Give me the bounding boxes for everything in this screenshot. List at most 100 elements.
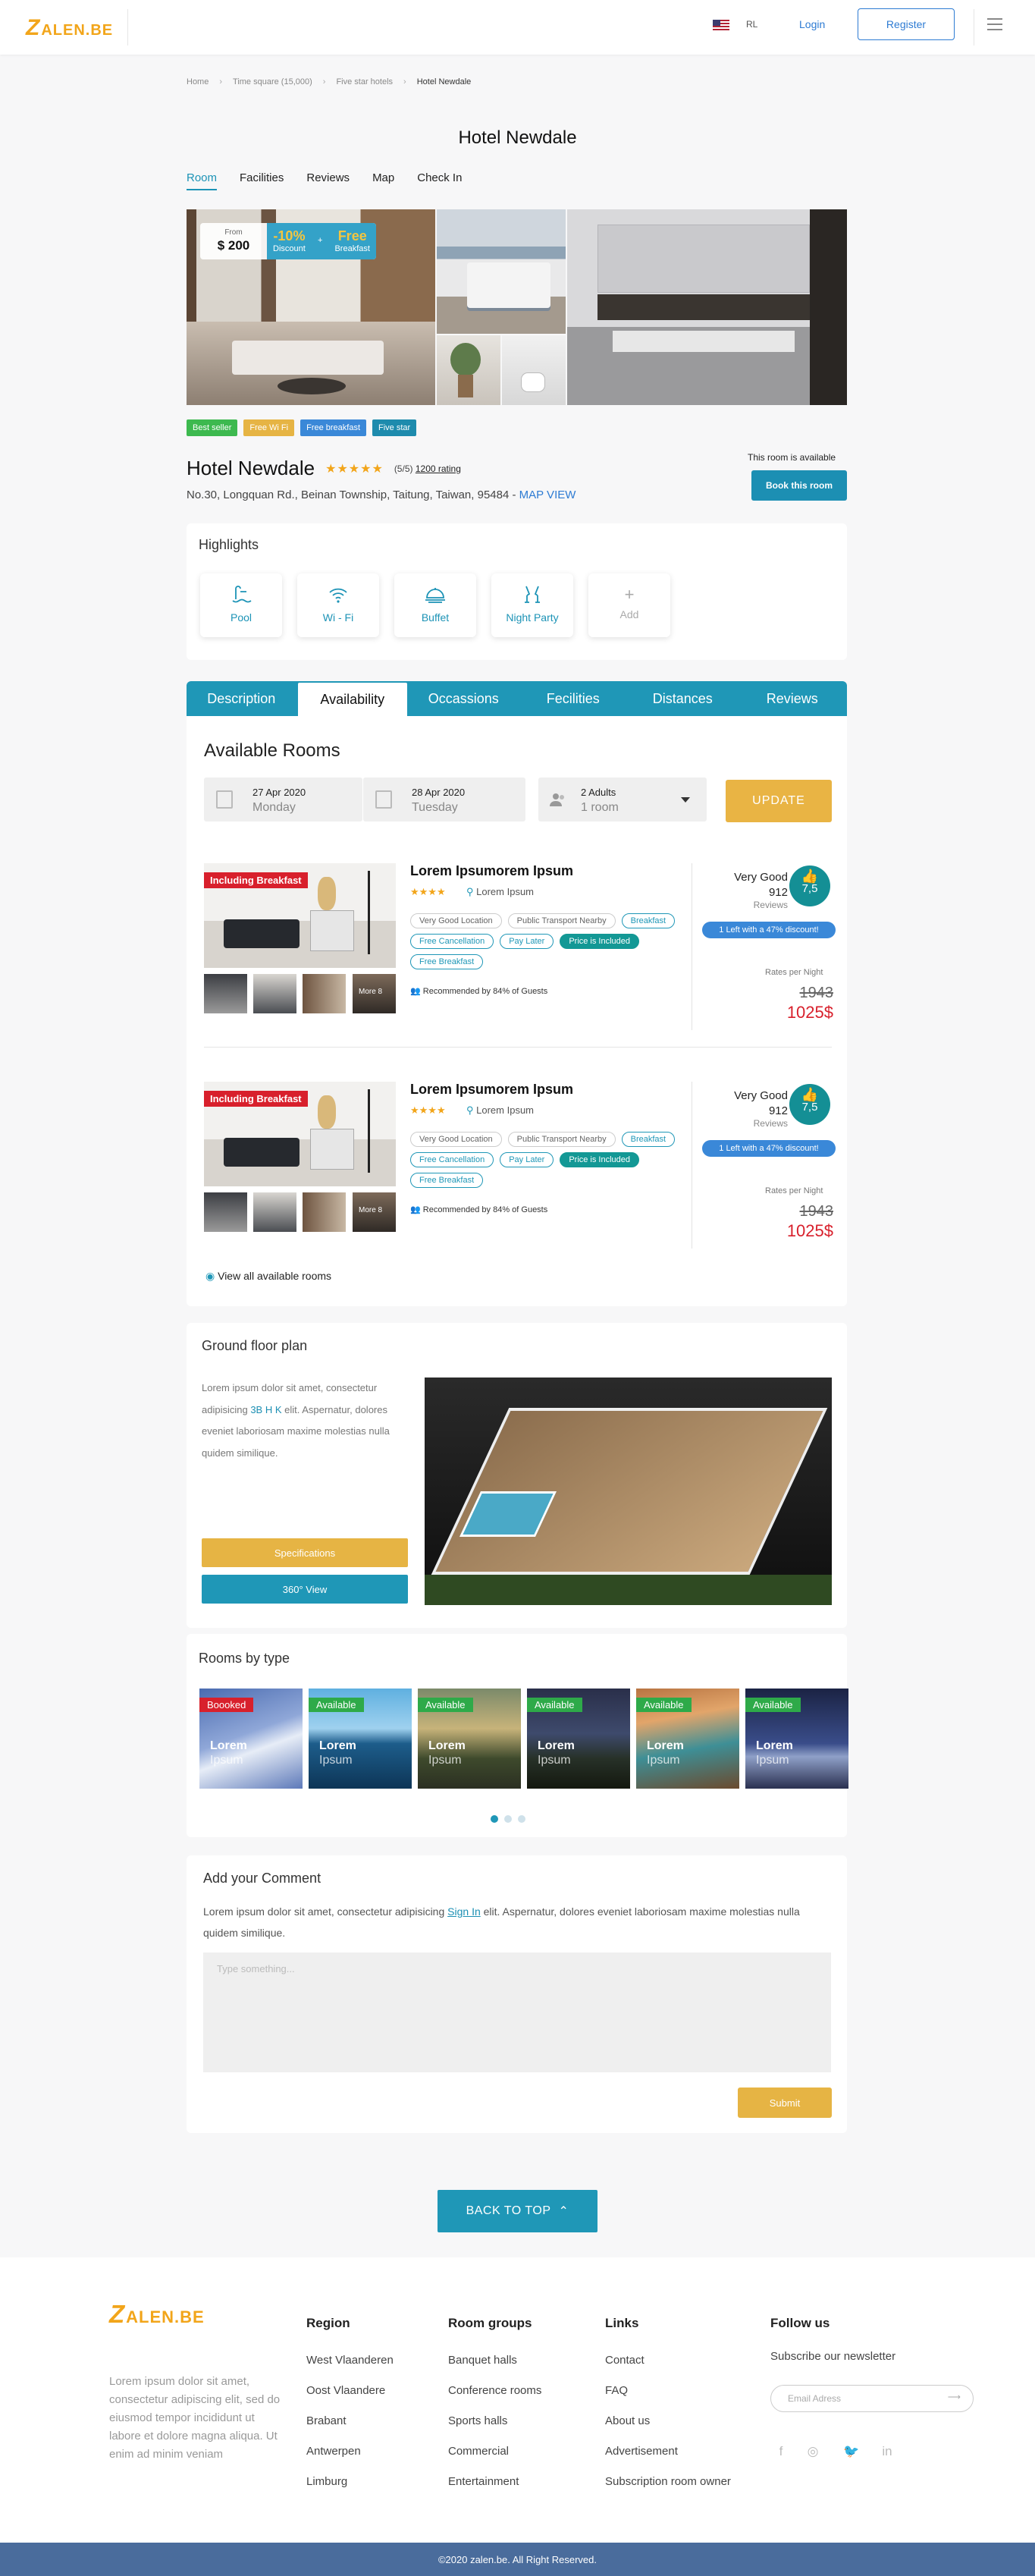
bhk-link[interactable]: 3B H K (250, 1404, 281, 1415)
room-thumbnail[interactable] (204, 974, 247, 1013)
footer-link[interactable]: FAQ (605, 2384, 731, 2397)
room-type-card[interactable]: Available Lorem Ipsum (309, 1689, 412, 1789)
footer-link[interactable]: Banquet halls (448, 2354, 541, 2367)
tab-occassions[interactable]: Occassions (409, 681, 519, 716)
gallery-image-kitchen[interactable] (567, 209, 847, 405)
highlight-night-party[interactable]: Night Party (491, 573, 573, 637)
footer-link[interactable]: Antwerpen (306, 2445, 394, 2458)
tab-check-in[interactable]: Check In (417, 171, 462, 190)
chevron-up-icon: ⌃ (558, 2205, 569, 2218)
tab-reviews-lower[interactable]: Reviews (738, 681, 848, 716)
guests-selector[interactable]: 2 Adults 1 room (538, 778, 707, 821)
highlight-buffet[interactable]: Buffet (394, 573, 476, 637)
checkout-date-picker[interactable]: 28 Apr 2020 Tuesday (363, 778, 525, 821)
comment-textarea[interactable]: Type something... (203, 1952, 831, 2072)
checkin-date-picker[interactable]: 27 Apr 2020 Monday (204, 778, 362, 821)
footer-link[interactable]: West Vlaanderen (306, 2354, 394, 2367)
room-type-card[interactable]: Available Lorem Ipsum (527, 1689, 630, 1789)
tag: Public Transport Nearby (507, 913, 616, 928)
sign-in-link[interactable]: Sign In (447, 1905, 481, 1918)
specifications-button[interactable]: Specifications (202, 1538, 408, 1567)
room-thumbnail[interactable] (303, 1192, 346, 1232)
tab-fecilities[interactable]: Fecilities (519, 681, 629, 716)
tab-map[interactable]: Map (372, 171, 394, 190)
tab-distances[interactable]: Distances (628, 681, 738, 716)
room-type-card[interactable]: Boooked Lorem Ipsum (199, 1689, 303, 1789)
footer-link[interactable]: Subscription room owner (605, 2475, 731, 2488)
highlight-wifi[interactable]: Wi - Fi (297, 573, 379, 637)
room-type-card[interactable]: Available Lorem Ipsum (636, 1689, 739, 1789)
footer-link[interactable]: Brabant (306, 2414, 394, 2427)
room-type-card[interactable]: Available Lorem Ipsum (745, 1689, 848, 1789)
room-thumbnail[interactable] (253, 974, 296, 1013)
more-photos-thumbnail[interactable]: More 8 (353, 974, 396, 1013)
register-button[interactable]: Register (858, 8, 955, 40)
floor-plan-image[interactable] (425, 1378, 832, 1605)
map-view-link[interactable]: MAP VIEW (519, 488, 576, 501)
comment-description: Lorem ipsum dolor sit amet, consectetur … (203, 1905, 800, 1939)
footer-link[interactable]: Entertainment (448, 2475, 541, 2488)
footer-link[interactable]: Conference rooms (448, 2384, 541, 2397)
highlight-pool[interactable]: Pool (200, 573, 282, 637)
breadcrumb-location[interactable]: Time square (15,000) (233, 77, 312, 86)
footer-link[interactable]: Contact (605, 2354, 731, 2367)
carousel-pagination (491, 1815, 525, 1823)
room-thumbnail[interactable] (253, 1192, 296, 1232)
breakfast-ribbon: Including Breakfast (204, 872, 308, 888)
room-thumbnail[interactable] (204, 1192, 247, 1232)
room-name[interactable]: Lorem Ipsumorem Ipsum (410, 863, 573, 879)
tab-description[interactable]: Description (187, 681, 296, 716)
plus-icon: + (624, 585, 635, 604)
footer-link[interactable]: Advertisement (605, 2445, 731, 2458)
footer-link[interactable]: Sports halls (448, 2414, 541, 2427)
update-button[interactable]: UPDATE (726, 780, 832, 822)
view-360-button[interactable]: 360° View (202, 1575, 408, 1604)
instagram-icon[interactable]: ◎ (805, 2444, 820, 2459)
more-photos-thumbnail[interactable]: More 8 (353, 1192, 396, 1232)
language-selector[interactable]: RL (746, 19, 757, 30)
carousel-dot[interactable] (504, 1815, 512, 1823)
login-link[interactable]: Login (799, 18, 825, 30)
facebook-icon[interactable]: f (773, 2444, 789, 2459)
breadcrumb-home[interactable]: Home (187, 77, 209, 86)
carousel-dot[interactable] (518, 1815, 525, 1823)
footer-logo[interactable]: ZALEN.BE (109, 2300, 205, 2329)
tab-facilities[interactable]: Facilities (240, 171, 284, 190)
email-input[interactable]: Email Adress ⟶ (770, 2385, 974, 2412)
gallery-image-bathroom[interactable] (502, 335, 566, 405)
back-to-top-button[interactable]: BACK TO TOP ⌃ (438, 2190, 597, 2232)
footer-link[interactable]: Oost Vlaandere (306, 2384, 394, 2397)
tab-reviews[interactable]: Reviews (306, 171, 350, 190)
room-name[interactable]: Lorem Ipsumorem Ipsum (410, 1082, 573, 1098)
room-thumbnail[interactable] (303, 974, 346, 1013)
linkedin-icon[interactable]: in (880, 2444, 895, 2459)
menu-icon[interactable] (987, 18, 1002, 30)
room-location[interactable]: ⚲ Lorem Ipsum (466, 1104, 534, 1117)
submit-button[interactable]: Submit (738, 2088, 832, 2118)
highlight-add[interactable]: + Add (588, 573, 670, 637)
room-location[interactable]: ⚲ Lorem Ipsum (466, 886, 534, 898)
review-count: 912 (768, 886, 788, 899)
top-header: ZALEN.BE RL Login Register (0, 0, 1035, 55)
rating-count-link[interactable]: 1200 rating (416, 463, 461, 474)
tab-availability[interactable]: Availability (296, 681, 409, 716)
tab-room[interactable]: Room (187, 171, 218, 190)
footer-link[interactable]: About us (605, 2414, 731, 2427)
footer-link[interactable]: Commercial (448, 2445, 541, 2458)
carousel-dot[interactable] (491, 1815, 498, 1823)
site-logo[interactable]: ZALEN.BE (26, 15, 113, 41)
gallery-image-plant[interactable] (437, 335, 500, 405)
twitter-icon[interactable]: 🐦 (843, 2444, 859, 2459)
breadcrumb-category[interactable]: Five star hotels (336, 77, 393, 86)
recommendation-text: 👥 Recommended by 84% of Guests (410, 987, 548, 996)
hotel-name: Hotel Newdale (187, 457, 315, 479)
room-type-card[interactable]: Available Lorem Ipsum (418, 1689, 521, 1789)
book-room-button[interactable]: Book this room (751, 470, 847, 501)
footer-link[interactable]: Limburg (306, 2475, 394, 2488)
photo-gallery[interactable]: From $ 200 -10% Discount + Free Breakfast (187, 209, 847, 405)
badge-best-seller: Best seller (187, 419, 238, 436)
view-all-rooms-link[interactable]: ◉ View all available rooms (205, 1270, 331, 1283)
gallery-image-bedroom[interactable] (437, 209, 566, 334)
us-flag-icon[interactable] (713, 20, 729, 30)
chevron-down-icon (681, 797, 690, 807)
